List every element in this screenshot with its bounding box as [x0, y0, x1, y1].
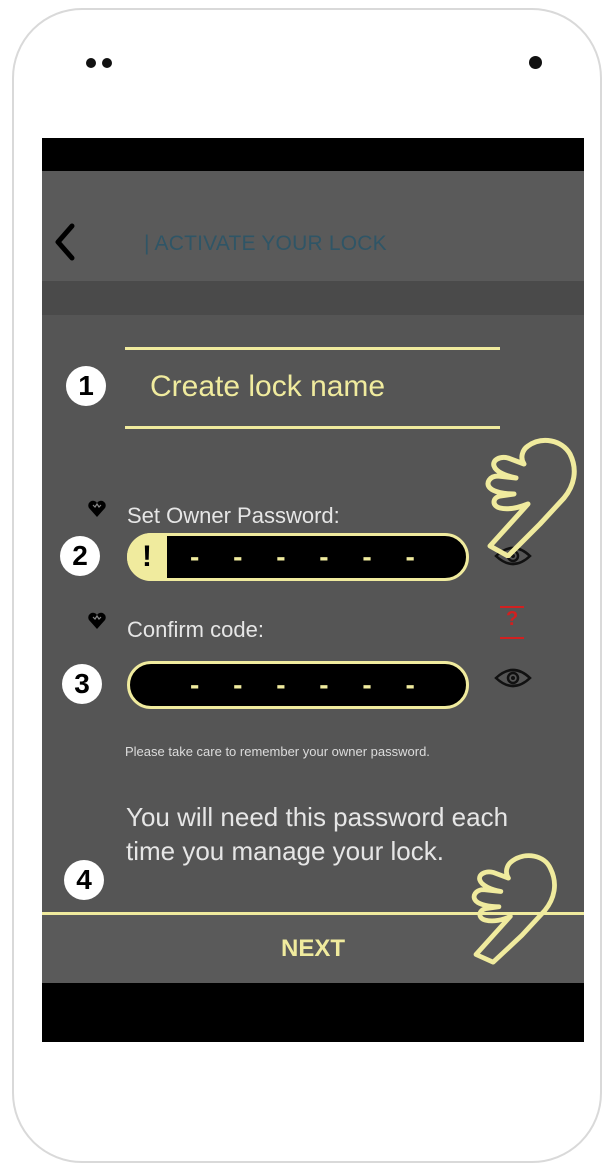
confirm-code-label: Confirm code:	[127, 617, 264, 642]
confirm-code-value: - - - - - -	[190, 669, 428, 700]
password-warning-icon: !	[127, 533, 167, 581]
step-badge-1: 1	[66, 366, 106, 406]
eye-icon[interactable]	[494, 666, 532, 690]
lock-name-input[interactable]: Create lock name	[150, 370, 385, 404]
step-badge-4: 4	[64, 860, 104, 900]
lock-name-top-line	[125, 347, 500, 350]
help-icon[interactable]: ?	[498, 606, 526, 640]
status-bar	[42, 138, 584, 171]
heart-icon	[88, 500, 106, 517]
confirm-code-field[interactable]: - - - - - -	[127, 661, 469, 709]
step-badge-3: 3	[62, 664, 102, 704]
step-badge-2: 2	[60, 536, 100, 576]
pointing-hand-icon	[471, 853, 557, 965]
remember-password-note: Please take care to remember your owner …	[125, 744, 430, 759]
back-chevron-icon[interactable]	[52, 222, 78, 262]
owner-password-label: Set Owner Password:	[127, 503, 340, 528]
sensor-dot	[102, 58, 112, 68]
camera-dot	[529, 56, 542, 69]
lock-name-bottom-line	[125, 426, 500, 429]
heart-icon	[88, 612, 106, 629]
app-screen: | ACTIVATE YOUR LOCK 1 Create lock name …	[42, 138, 584, 1042]
navigation-bar	[42, 983, 584, 1042]
sub-header-bar	[42, 281, 584, 315]
help-label: ?	[506, 608, 519, 630]
pointing-hand-icon	[485, 437, 577, 558]
page-title: | ACTIVATE YOUR LOCK	[144, 232, 387, 255]
app-bar: | ACTIVATE YOUR LOCK	[42, 171, 584, 281]
owner-password-field[interactable]: ! - - - - - -	[127, 533, 469, 581]
sensor-dot	[86, 58, 96, 68]
owner-password-value: - - - - - -	[190, 541, 428, 572]
